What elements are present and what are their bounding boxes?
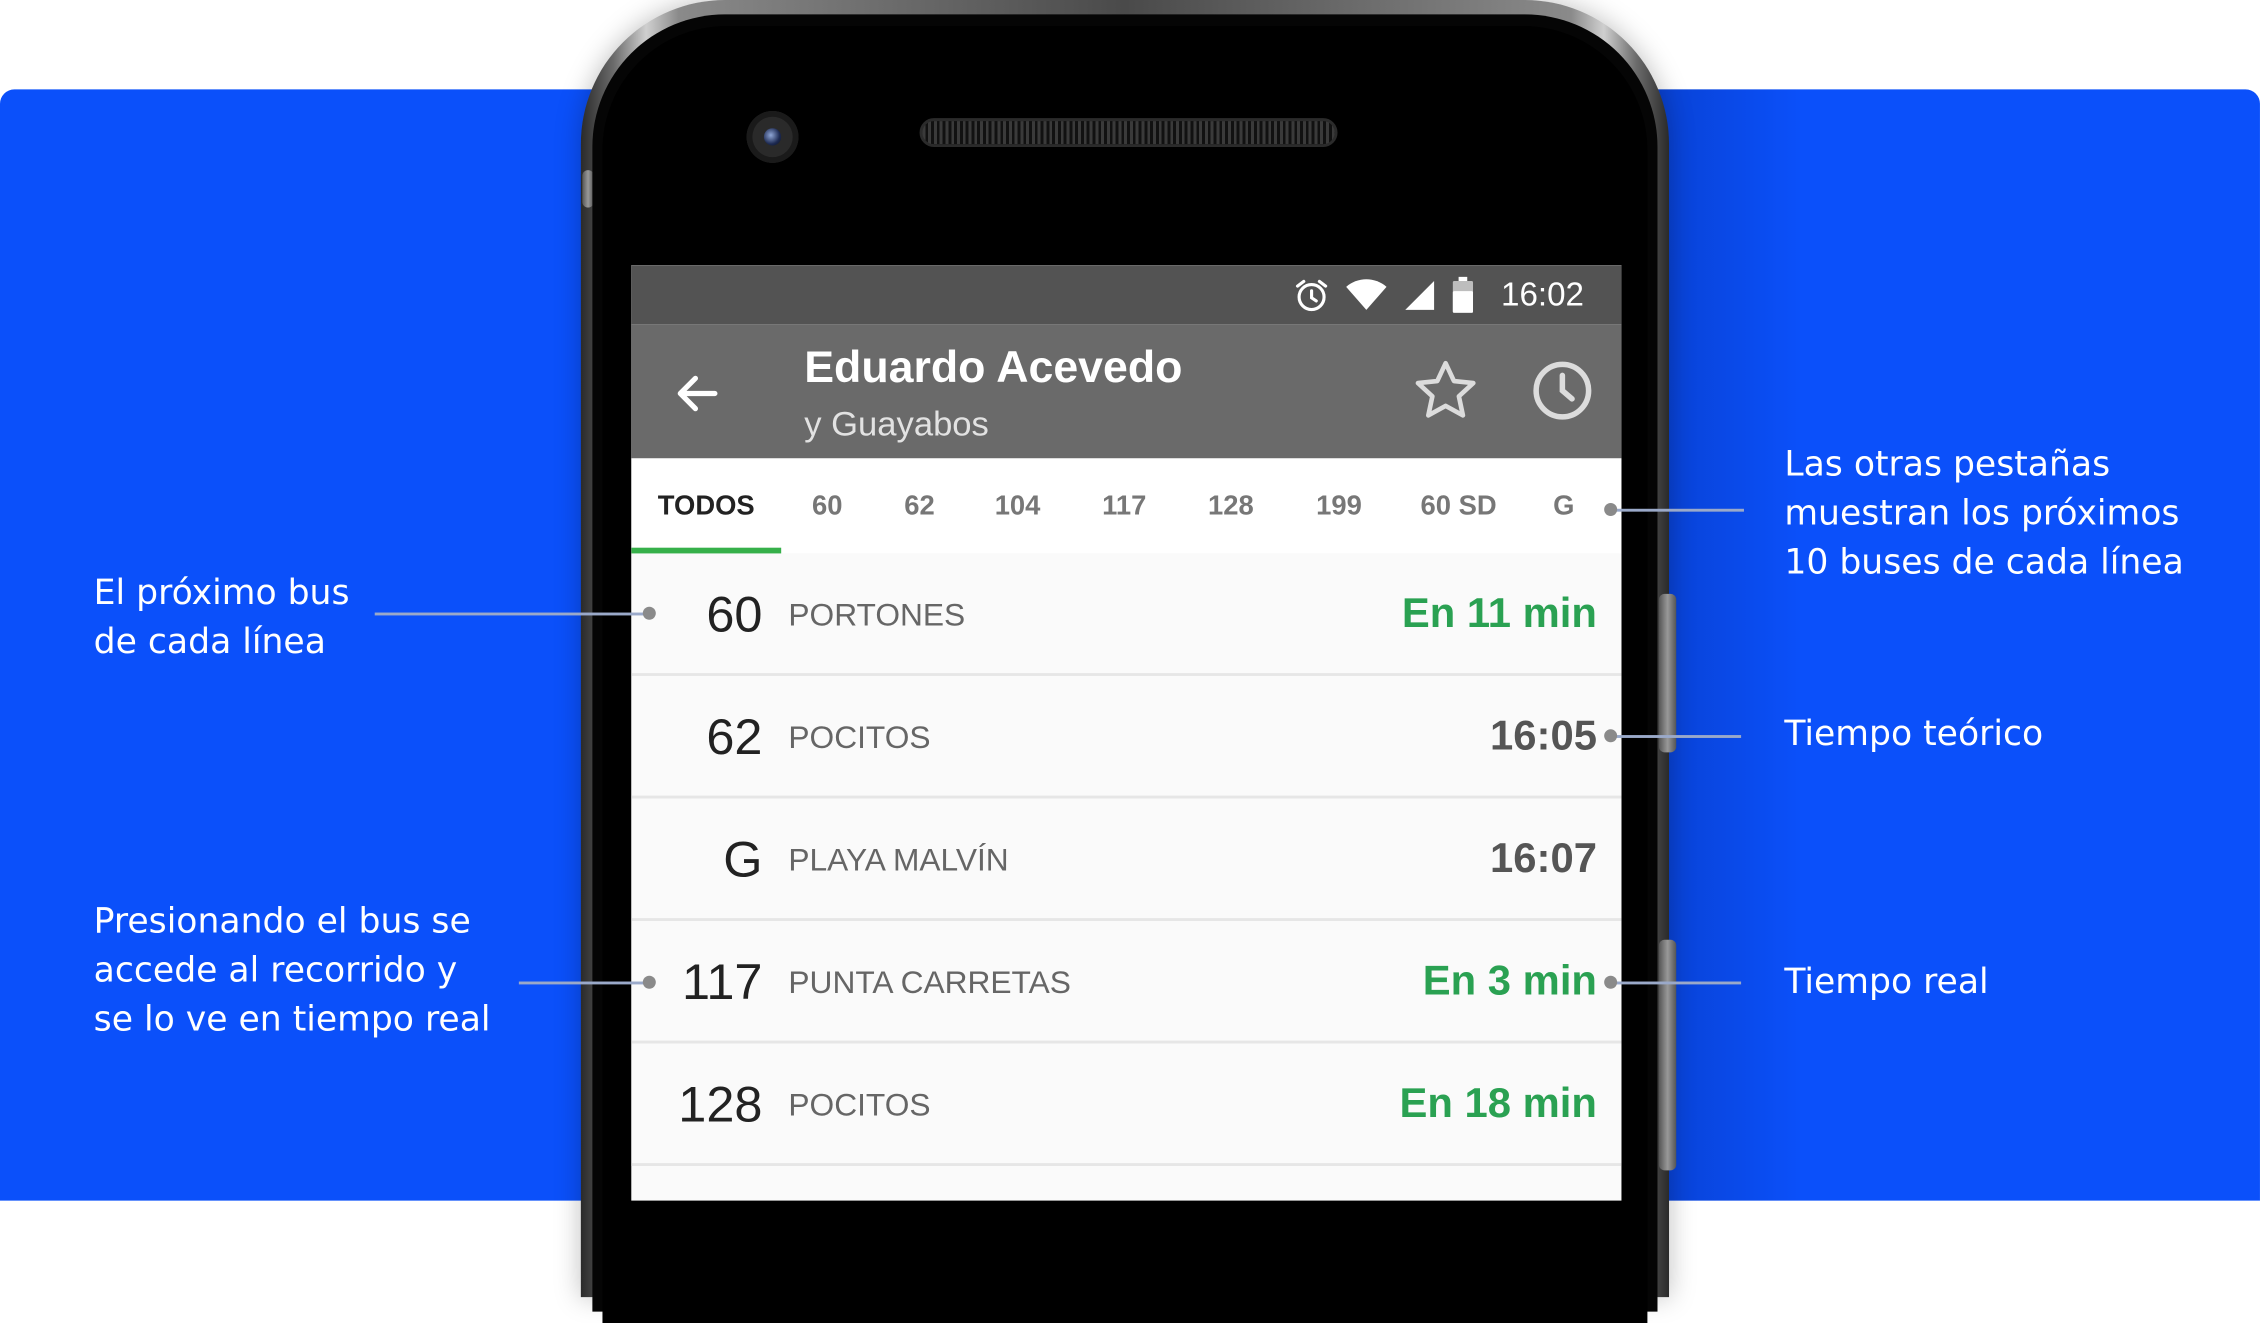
annotation-line: El próximo bus: [93, 572, 350, 613]
connector-dot: [1604, 503, 1618, 516]
connector-dot: [1604, 729, 1618, 743]
tab-117[interactable]: 117: [1081, 458, 1167, 553]
connector-line: [518, 981, 649, 985]
list-item[interactable]: 60 PORTONES En 11 min: [631, 553, 1622, 676]
phone-screen: 16:02 Eduardo Acevedo y Guayabos TODOS 6…: [631, 265, 1622, 1201]
bus-line-number: 62: [706, 709, 763, 766]
annotation-other-tabs: Las otras pestañas muestran los próximos…: [1784, 440, 2183, 587]
alarm-icon: [1296, 279, 1328, 311]
bus-line-number: 128: [678, 1076, 763, 1133]
annotation-line: Las otras pestañas: [1784, 443, 2111, 485]
clock-icon[interactable]: [1529, 357, 1595, 423]
arrival-time: En 11 min: [1401, 590, 1597, 638]
arrival-time: 16:07: [1490, 835, 1597, 883]
wifi-icon: [1346, 278, 1388, 310]
phone-volume-button: [1658, 939, 1677, 1171]
arrival-time: 16:05: [1490, 713, 1597, 760]
star-icon[interactable]: [1411, 356, 1480, 425]
tab-62[interactable]: 62: [882, 458, 957, 553]
connector-line: [1614, 981, 1742, 985]
tab-g[interactable]: G: [1545, 458, 1582, 553]
annotation-line: se lo ve en tiempo real: [93, 998, 491, 1040]
annotation-line: 10 buses de cada línea: [1784, 541, 2184, 583]
bus-destination: PUNTA CARRETAS: [788, 964, 1071, 1001]
annotation-scheduled-time: Tiempo teórico: [1784, 709, 2043, 758]
list-item[interactable]: 62 POCITOS 16:05: [631, 675, 1622, 799]
battery-icon: [1453, 276, 1474, 313]
list-item[interactable]: 117 PUNTA CARRETAS En 3 min: [631, 920, 1622, 1044]
annotation-next-bus: El próximo bus de cada línea: [94, 568, 350, 666]
annotation-line: Presionando el bus se: [93, 900, 471, 942]
connector-dot: [642, 975, 656, 989]
tab-60-sd[interactable]: 60 SD: [1407, 458, 1511, 553]
bus-line-number: 117: [682, 954, 763, 1011]
annotation-line: muestran los próximos: [1784, 492, 2180, 534]
tab-128[interactable]: 128: [1188, 458, 1274, 553]
connector-dot: [1604, 975, 1618, 989]
page-subtitle: y Guayabos: [804, 405, 989, 444]
connector-line: [374, 612, 649, 616]
bus-destination: POCITOS: [788, 1086, 931, 1123]
list-item[interactable]: 128 POCITOS En 18 min: [631, 1043, 1622, 1167]
annotation-line: Tiempo real: [1784, 961, 1989, 1002]
arrivals-list: 60 PORTONES En 11 min 62 POCITOS 16:05 G…: [631, 553, 1622, 1167]
cell-signal-icon: [1405, 280, 1435, 310]
arrival-time: En 3 min: [1422, 958, 1597, 1005]
list-item[interactable]: G PLAYA MALVÍN 16:07: [631, 798, 1622, 921]
annotation-real-time: Tiempo real: [1784, 957, 1988, 1006]
annotation-press-bus: Presionando el bus se accede al recorrid…: [94, 896, 491, 1043]
bus-destination: PLAYA MALVÍN: [788, 841, 1009, 878]
bus-destination: POCITOS: [788, 719, 931, 756]
line-tabs: TODOS 60 62 104 117 128 199 60 SD G: [631, 458, 1622, 554]
connector-line: [1614, 508, 1744, 512]
annotation-line: de cada línea: [93, 621, 326, 662]
annotation-line: accede al recorrido y: [93, 949, 458, 991]
earpiece-speaker: [919, 118, 1338, 148]
page-title: Eduardo Acevedo: [804, 341, 1183, 393]
bus-line-number: 60: [706, 586, 763, 643]
connector-dot: [642, 606, 656, 620]
bus-destination: PORTONES: [788, 596, 966, 633]
bus-line-number: G: [723, 831, 763, 888]
promo-stage: 16:02 Eduardo Acevedo y Guayabos TODOS 6…: [0, 0, 2260, 1323]
back-arrow-icon[interactable]: [672, 368, 724, 420]
annotation-line: Tiempo teórico: [1784, 713, 2044, 754]
status-bar: 16:02: [631, 265, 1622, 325]
tab-todos[interactable]: TODOS: [631, 458, 781, 553]
tab-104[interactable]: 104: [974, 458, 1060, 553]
connector-line: [1614, 735, 1742, 738]
app-bar: Eduardo Acevedo y Guayabos: [631, 324, 1622, 459]
phone-power-button: [1658, 593, 1677, 753]
tab-60[interactable]: 60: [790, 458, 865, 553]
status-time: 16:02: [1501, 275, 1584, 313]
tab-199[interactable]: 199: [1296, 458, 1382, 553]
front-camera: [746, 110, 799, 163]
arrival-time: En 18 min: [1399, 1080, 1597, 1128]
